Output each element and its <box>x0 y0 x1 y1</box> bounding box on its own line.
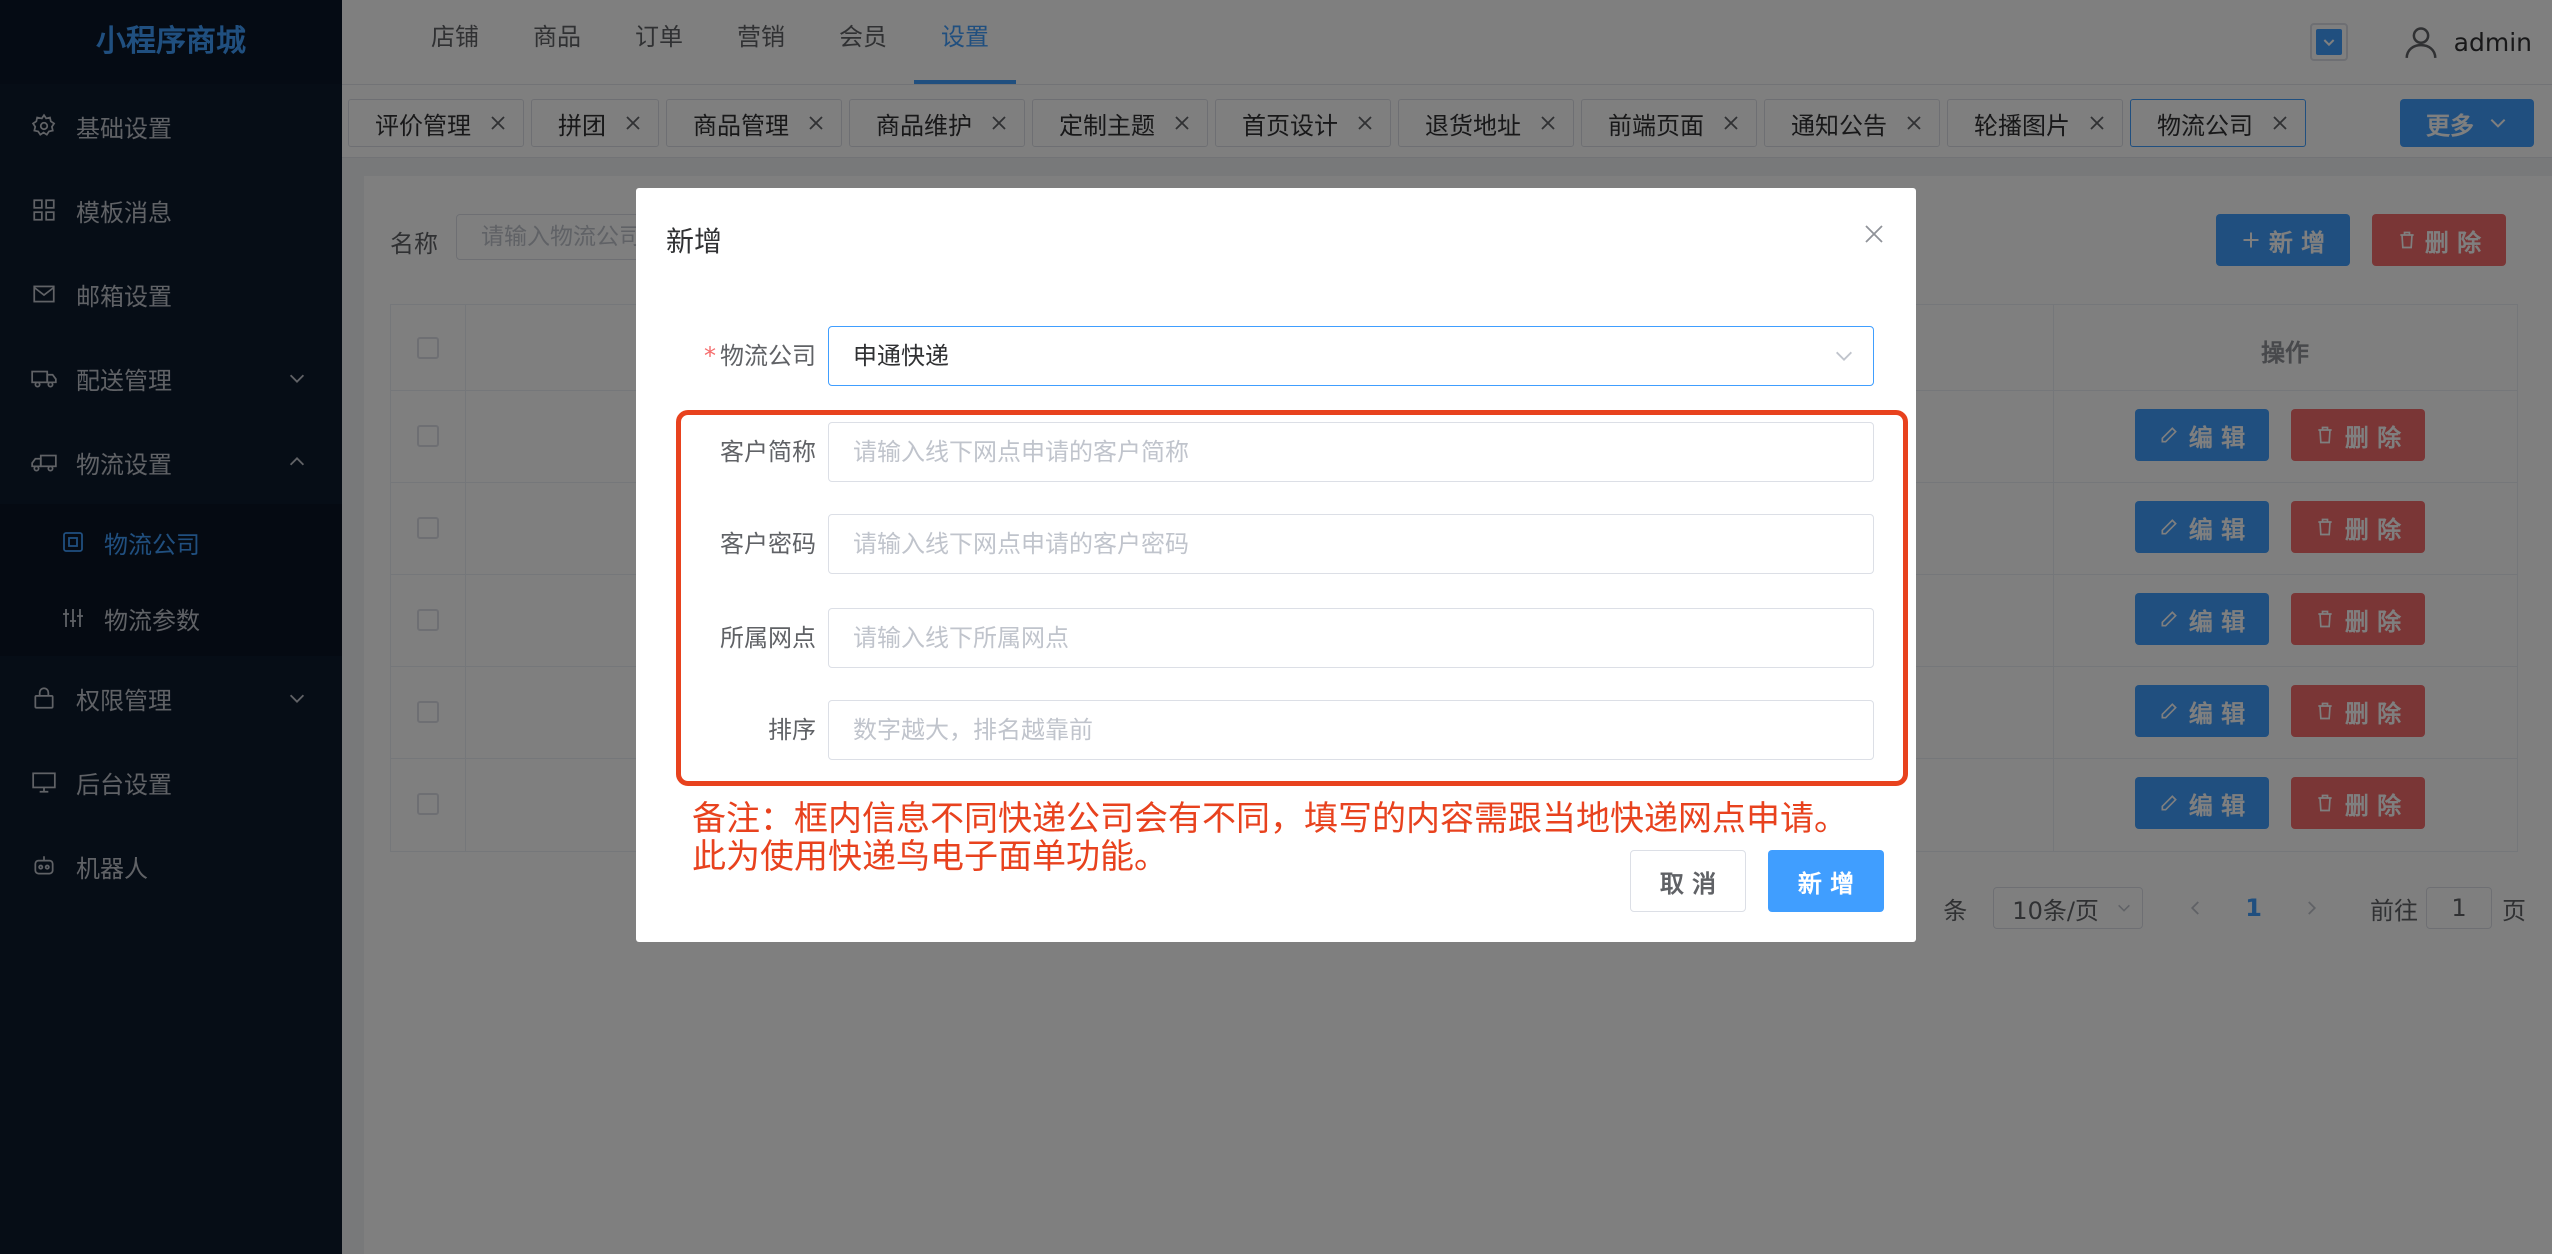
form-row-logistics-company: * 物流公司 申通快递 <box>636 326 1916 386</box>
form-row-customer-name: 客户简称 请输入线下网点申请的客户简称 <box>636 422 1916 482</box>
customer-password-input[interactable]: 请输入线下网点申请的客户密码 <box>828 514 1874 574</box>
close-icon[interactable] <box>1862 222 1886 246</box>
required-mark: * <box>704 342 716 370</box>
cancel-button[interactable]: 取 消 <box>1630 850 1746 912</box>
form-row-customer-password: 客户密码 请输入线下网点申请的客户密码 <box>636 514 1916 574</box>
customer-name-input[interactable]: 请输入线下网点申请的客户简称 <box>828 422 1874 482</box>
confirm-add-button[interactable]: 新 增 <box>1768 850 1884 912</box>
dialog-title: 新增 <box>666 225 723 258</box>
chevron-down-icon <box>1836 351 1852 361</box>
form-label: 排序 <box>768 716 816 744</box>
form-row-branch: 所属网点 请输入线下所属网点 <box>636 608 1916 668</box>
form-label: * 物流公司 <box>704 326 816 386</box>
add-logistics-dialog: 新增 * 物流公司 申通快递 客户简称 请输入线下网点申请的客户简称 客户密码 请… <box>636 188 1916 942</box>
annotation-note-line: 备注：框内信息不同快递公司会有不同，填写的内容需跟当地快递网点申请。 <box>692 799 1848 839</box>
select-value: 申通快递 <box>853 342 949 370</box>
sort-input[interactable]: 数字越大，排名越靠前 <box>828 700 1874 760</box>
form-label-text: 物流公司 <box>720 342 816 370</box>
form-label: 所属网点 <box>720 624 816 652</box>
logistics-company-select[interactable]: 申通快递 <box>828 326 1874 386</box>
form-label: 客户简称 <box>720 438 816 466</box>
branch-input[interactable]: 请输入线下所属网点 <box>828 608 1874 668</box>
form-row-sort: 排序 数字越大，排名越靠前 <box>636 700 1916 760</box>
form-label: 客户密码 <box>720 530 816 558</box>
